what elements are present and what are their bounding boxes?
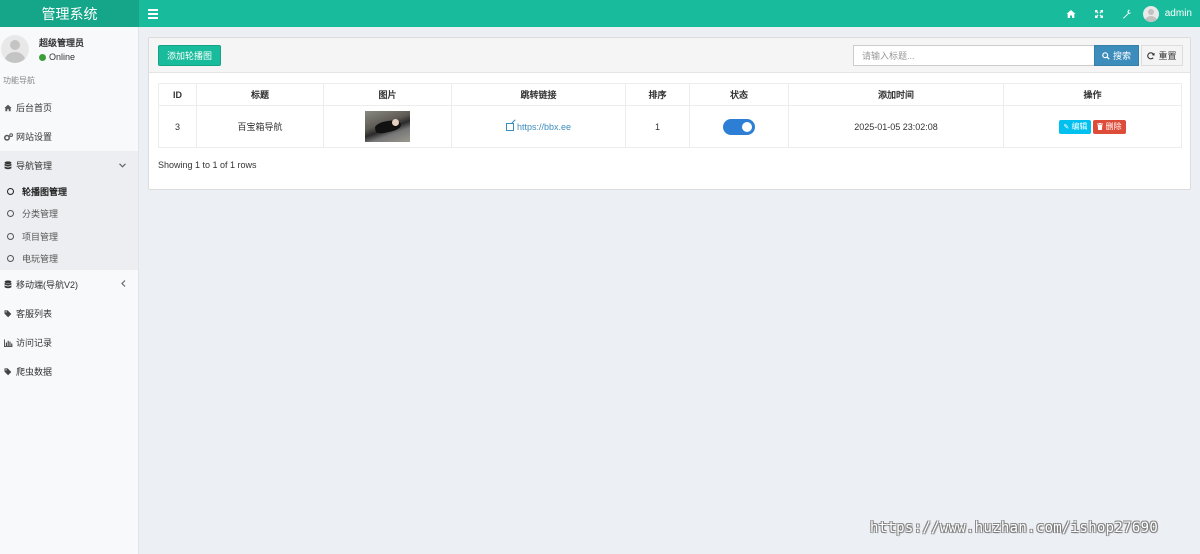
- edit-icon: ✎: [1063, 124, 1070, 131]
- user-role: 超级管理员: [39, 38, 85, 48]
- column-header-created[interactable]: 添加时间: [788, 83, 1004, 106]
- fullscreen-icon[interactable]: [1085, 0, 1113, 27]
- sidebar-subitem-category[interactable]: 分类管理: [0, 203, 138, 226]
- circle-icon: [7, 232, 14, 240]
- circle-icon: [7, 255, 14, 263]
- trash-icon: [1097, 123, 1104, 130]
- sidebar-subitem-games[interactable]: 电玩管理: [0, 248, 138, 271]
- watermark: https://www.huzhan.com/ishop27690: [870, 520, 1159, 536]
- bar-chart-icon: [4, 338, 16, 347]
- column-header-actions: 操作: [1003, 83, 1182, 106]
- top-right-menu: admin: [1057, 0, 1200, 27]
- sidebar-item-home[interactable]: 后台首页: [0, 93, 138, 122]
- column-header-image[interactable]: 图片: [323, 83, 452, 106]
- cell-image: [323, 105, 452, 148]
- chevron-left-icon: [121, 280, 126, 289]
- sidebar-item-mobile-nav[interactable]: 移动端(导航V2): [0, 270, 138, 299]
- user-menu[interactable]: admin: [1142, 5, 1192, 22]
- table-row: 3 百宝箱导航 https://bbx.ee 1 2025-01-05 23:0…: [158, 105, 1182, 148]
- chevron-down-icon: [119, 161, 126, 170]
- status-badge: Online: [39, 52, 84, 62]
- wrench-icon[interactable]: [1113, 0, 1141, 27]
- sidebar-item-crawler-data[interactable]: 爬虫数据: [0, 357, 138, 386]
- edit-button-label: 编辑: [1071, 122, 1088, 131]
- sidebar-item-label: 移动端(导航V2): [16, 280, 79, 290]
- status-text: Online: [49, 52, 76, 62]
- delete-button-label: 删除: [1105, 122, 1122, 131]
- cell-title: 百宝箱导航: [196, 105, 324, 148]
- sidebar-item-label: 爬虫数据: [16, 367, 53, 377]
- column-header-sort[interactable]: 排序: [625, 83, 690, 106]
- sidebar-item-label: 访问记录: [16, 338, 53, 348]
- reset-button[interactable]: 重置: [1141, 45, 1183, 66]
- sidebar-subitem-project[interactable]: 项目管理: [0, 225, 138, 248]
- sidebar-item-customer-service[interactable]: 客服列表: [0, 299, 138, 328]
- cell-link: https://bbx.ee: [451, 105, 626, 148]
- database-icon: [4, 280, 16, 289]
- top-navbar: 管理系统 admin: [0, 0, 1200, 27]
- column-header-link[interactable]: 跳转链接: [451, 83, 626, 106]
- refresh-icon: [1147, 51, 1156, 60]
- tags-icon: [4, 367, 16, 376]
- sidebar-item-visit-logs[interactable]: 访问记录: [0, 328, 138, 357]
- carousel-thumbnail[interactable]: [365, 111, 410, 142]
- column-header-status[interactable]: 状态: [689, 83, 789, 106]
- sidebar-subitem-carousel[interactable]: 轮播图管理: [0, 180, 138, 203]
- sidebar-item-label: 客服列表: [16, 309, 53, 319]
- carousel-panel: 添加轮播图 搜索 重置 ID 标题 图片 跳转链接 排序 状态 添加时间: [148, 37, 1191, 190]
- cell-status: [689, 105, 789, 148]
- toolbar: 添加轮播图 搜索 重置: [149, 38, 1190, 73]
- circle-icon: [7, 210, 14, 218]
- sidebar-item-label: 导航管理: [16, 161, 53, 171]
- database-icon: [4, 161, 16, 170]
- column-header-title[interactable]: 标题: [196, 83, 324, 106]
- reset-button-label: 重置: [1158, 51, 1177, 61]
- add-carousel-button[interactable]: 添加轮播图: [158, 45, 222, 66]
- pagination-info: Showing 1 to 1 of 1 rows: [158, 160, 257, 170]
- avatar: [1, 35, 29, 63]
- user-avatar-icon: [1142, 5, 1159, 22]
- online-dot-icon: [39, 53, 46, 61]
- cell-actions: ✎ 编辑 删除: [1003, 105, 1182, 148]
- column-header-id[interactable]: ID: [158, 83, 197, 106]
- search-input[interactable]: [853, 45, 1094, 66]
- user-name: admin: [1164, 8, 1192, 19]
- sidebar-item-site-settings[interactable]: 网站设置: [0, 122, 138, 151]
- cell-sort: 1: [625, 105, 690, 148]
- sidebar-item-nav-management[interactable]: 导航管理: [0, 151, 138, 180]
- status-toggle[interactable]: [723, 118, 755, 135]
- nav-header: 功能导航: [3, 76, 35, 85]
- sidebar-item-label: 后台首页: [16, 103, 53, 113]
- sidebar-subitem-label: 分类管理: [22, 209, 59, 220]
- carousel-table: ID 标题 图片 跳转链接 排序 状态 添加时间 操作 3 百宝箱导航 http…: [158, 83, 1182, 148]
- edit-button[interactable]: ✎ 编辑: [1059, 119, 1092, 134]
- sidebar-toggle-icon[interactable]: [148, 8, 158, 19]
- nav-management-submenu: 轮播图管理 分类管理 项目管理 电玩管理: [0, 180, 138, 270]
- circle-icon: [7, 187, 14, 195]
- home-icon[interactable]: [1057, 0, 1085, 27]
- app-logo[interactable]: 管理系统: [0, 0, 139, 27]
- cogs-icon: [4, 132, 16, 141]
- sidebar-subitem-label: 电玩管理: [22, 254, 59, 265]
- external-link-icon: [505, 122, 514, 131]
- search-button[interactable]: 搜索: [1094, 45, 1139, 66]
- sidebar-item-label: 网站设置: [16, 132, 53, 142]
- redirect-link-text: https://bbx.ee: [516, 121, 572, 132]
- sidebar-subitem-label: 项目管理: [22, 231, 59, 242]
- cell-id: 3: [158, 105, 197, 148]
- search-button-label: 搜索: [1112, 51, 1131, 61]
- tags-icon: [4, 309, 16, 318]
- delete-button[interactable]: 删除: [1093, 119, 1126, 134]
- cell-created: 2025-01-05 23:02:08: [788, 105, 1004, 148]
- sidebar-subitem-label: 轮播图管理: [22, 186, 68, 197]
- user-panel: 超级管理员 Online: [0, 27, 138, 71]
- search-icon: [1102, 51, 1110, 60]
- home-icon: [4, 104, 16, 112]
- redirect-link[interactable]: https://bbx.ee: [505, 121, 572, 132]
- sidebar: 超级管理员 Online 功能导航 后台首页 网站设置 导航管理 轮播图管理 分…: [0, 27, 139, 554]
- table-header-row: ID 标题 图片 跳转链接 排序 状态 添加时间 操作: [158, 83, 1182, 106]
